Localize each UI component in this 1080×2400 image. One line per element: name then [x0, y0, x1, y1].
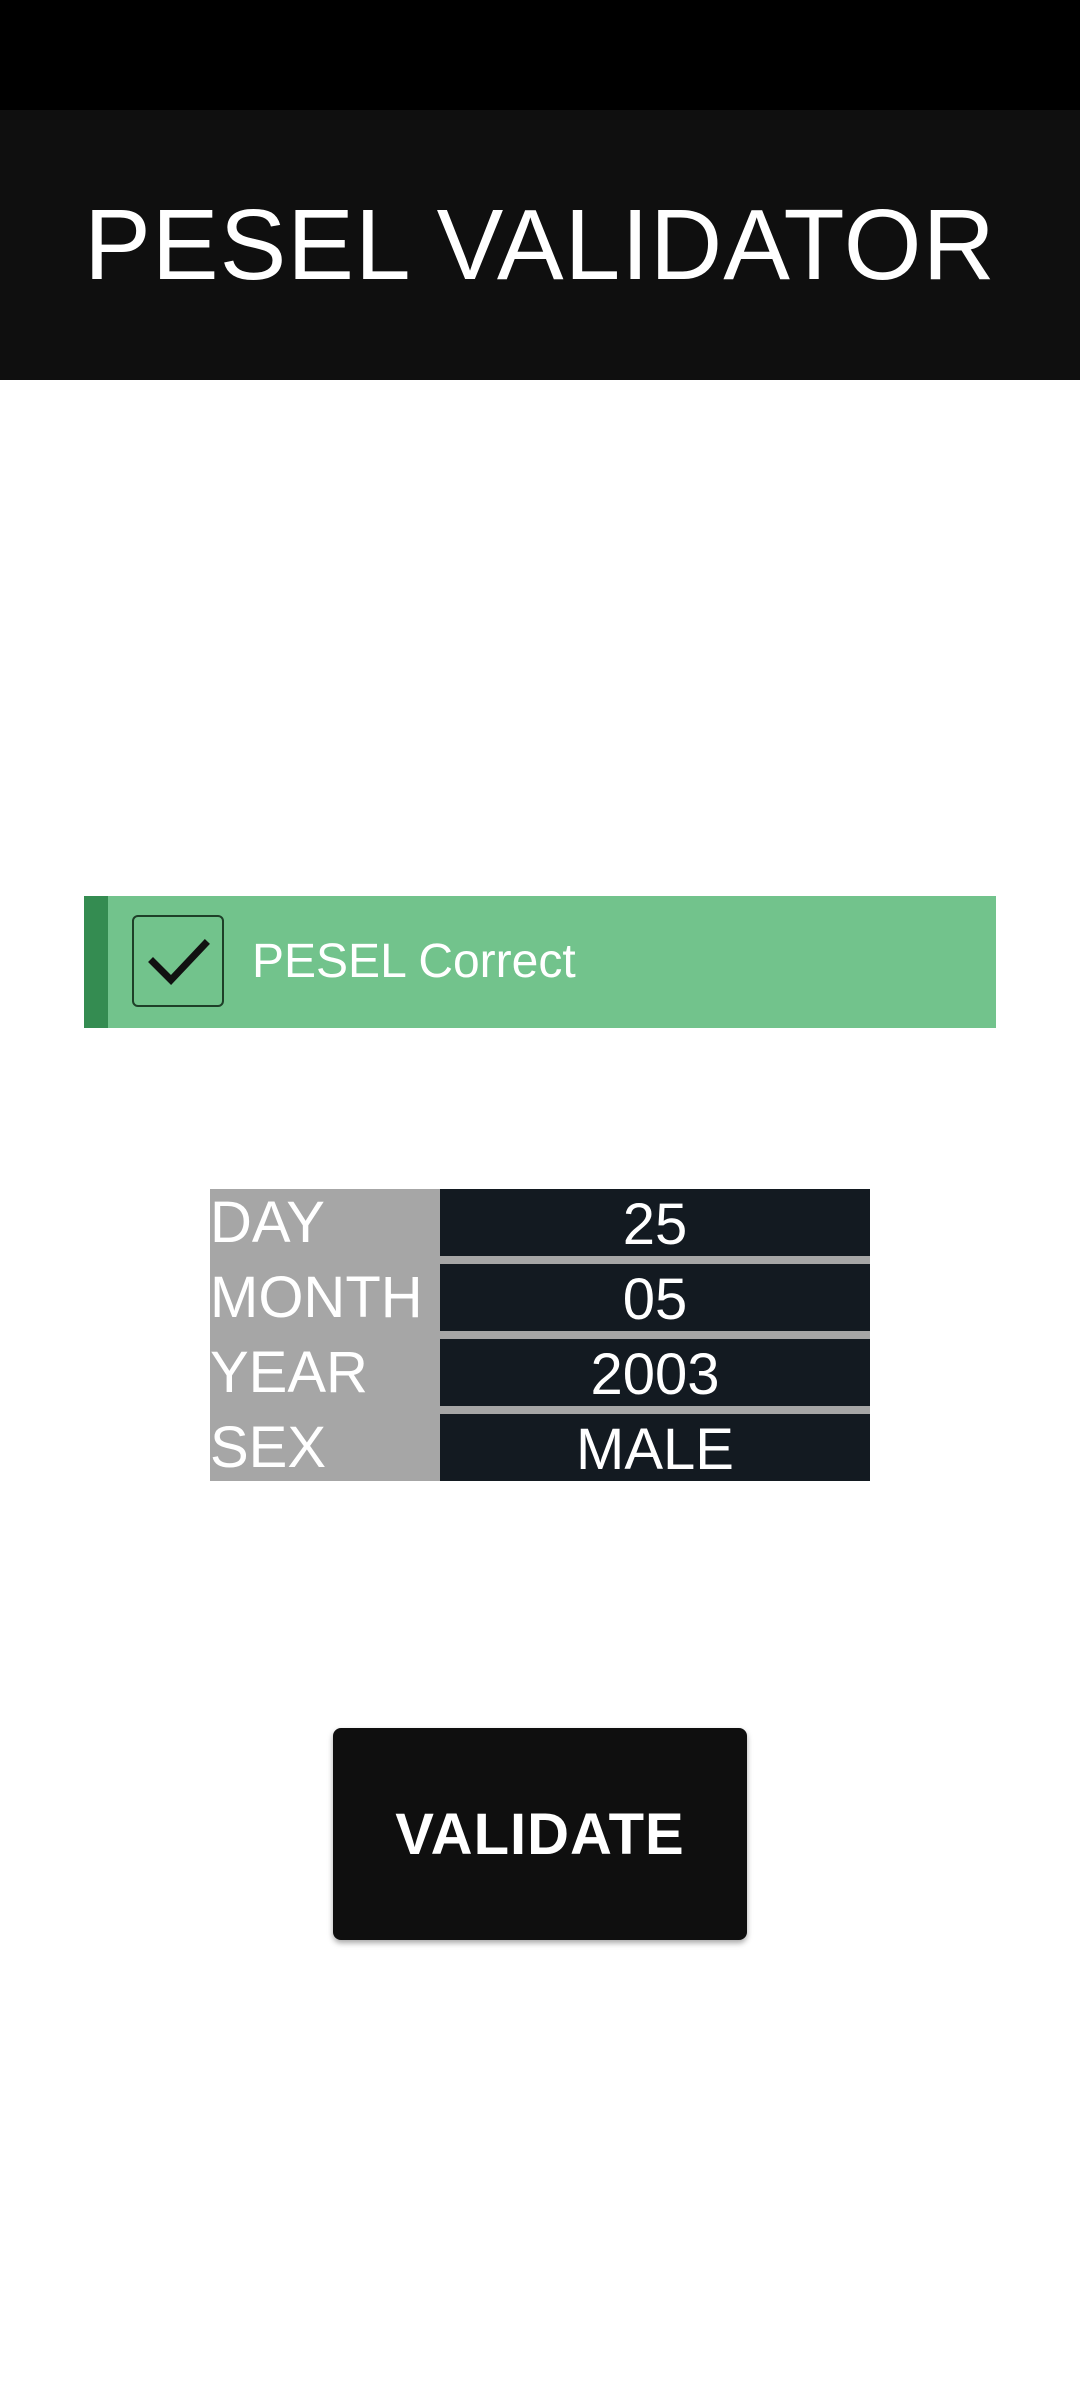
app-title: PESEL VALIDATOR	[84, 188, 996, 301]
day-value: 25	[440, 1189, 870, 1257]
check-icon	[132, 915, 224, 1007]
sex-value: MALE	[440, 1414, 870, 1482]
result-status-text: PESEL Correct	[252, 935, 576, 988]
result-accent-bar	[84, 896, 108, 1028]
validate-button[interactable]: VALIDATE	[333, 1728, 747, 1940]
month-value: 05	[440, 1264, 870, 1332]
month-row: MONTH 05	[210, 1264, 870, 1332]
day-label: DAY	[210, 1190, 325, 1255]
day-row: DAY 25	[210, 1189, 870, 1257]
year-value: 2003	[440, 1339, 870, 1407]
year-label: YEAR	[210, 1340, 368, 1405]
pesel-details-table: DAY 25 MONTH 05 YEAR 2003 SEX MALE	[210, 1189, 870, 1482]
result-banner: PESEL Correct	[84, 896, 996, 1028]
status-bar	[0, 0, 1080, 110]
month-label: MONTH	[210, 1265, 423, 1330]
app-header: PESEL VALIDATOR	[0, 110, 1080, 380]
year-row: YEAR 2003	[210, 1339, 870, 1407]
sex-label: SEX	[210, 1415, 327, 1480]
sex-row: SEX MALE	[210, 1414, 870, 1482]
